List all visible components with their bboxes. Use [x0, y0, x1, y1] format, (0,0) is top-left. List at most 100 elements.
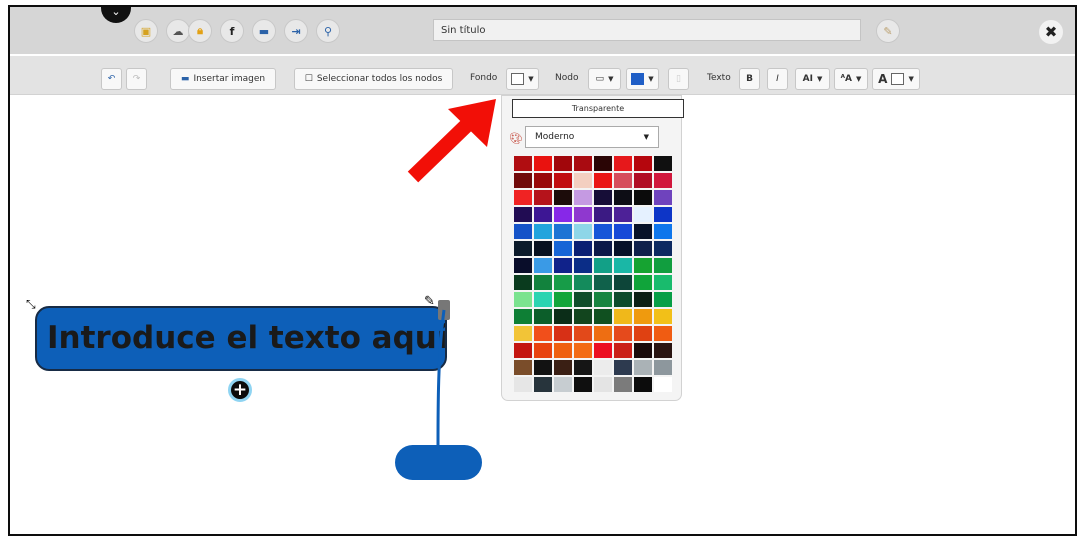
color-swatch[interactable] — [594, 258, 612, 273]
insert-image-button[interactable]: ▬ Insertar imagen — [170, 68, 276, 90]
color-swatch[interactable] — [514, 292, 532, 307]
color-swatch[interactable] — [514, 309, 532, 324]
color-swatch[interactable] — [574, 326, 592, 341]
color-swatch[interactable] — [514, 343, 532, 358]
facebook-button[interactable]: f — [220, 19, 244, 43]
node-style-button[interactable]: ▯ — [668, 68, 689, 90]
close-button[interactable]: ✖ — [1039, 20, 1063, 44]
share-button[interactable]: 🔒︎ — [188, 19, 212, 43]
background-color-picker[interactable]: ▼ — [506, 68, 539, 90]
color-swatch[interactable] — [554, 258, 572, 273]
color-swatch[interactable] — [594, 309, 612, 324]
color-swatch[interactable] — [634, 258, 652, 273]
color-swatch[interactable] — [654, 309, 672, 324]
color-swatch[interactable] — [634, 343, 652, 358]
color-swatch[interactable] — [594, 275, 612, 290]
color-swatch[interactable] — [634, 241, 652, 256]
palette-select[interactable]: Moderno ▼ — [525, 126, 659, 148]
color-swatch[interactable] — [614, 309, 632, 324]
color-swatch[interactable] — [534, 326, 552, 341]
color-swatch[interactable] — [614, 224, 632, 239]
color-swatch[interactable] — [634, 224, 652, 239]
color-swatch[interactable] — [634, 326, 652, 341]
font-size-picker[interactable]: AI ▼ — [795, 68, 830, 90]
color-swatch[interactable] — [514, 224, 532, 239]
color-swatch[interactable] — [614, 258, 632, 273]
color-swatch[interactable] — [594, 360, 612, 375]
edit-title-button[interactable]: ✎ — [876, 19, 900, 43]
color-swatch[interactable] — [514, 377, 532, 392]
color-swatch[interactable] — [614, 275, 632, 290]
color-swatch[interactable] — [534, 224, 552, 239]
color-swatch[interactable] — [534, 309, 552, 324]
color-swatch[interactable] — [554, 190, 572, 205]
color-swatch[interactable] — [654, 360, 672, 375]
color-swatch[interactable] — [654, 173, 672, 188]
color-swatch[interactable] — [654, 207, 672, 222]
color-swatch[interactable] — [614, 173, 632, 188]
color-swatch[interactable] — [574, 207, 592, 222]
color-swatch[interactable] — [654, 377, 672, 392]
color-swatch[interactable] — [574, 343, 592, 358]
open-file-button[interactable]: ▣ — [134, 19, 158, 43]
color-swatch[interactable] — [554, 224, 572, 239]
color-swatch[interactable] — [534, 258, 552, 273]
color-swatch[interactable] — [534, 275, 552, 290]
color-swatch[interactable] — [554, 343, 572, 358]
color-swatch[interactable] — [634, 156, 652, 171]
color-swatch[interactable] — [574, 275, 592, 290]
color-swatch[interactable] — [654, 275, 672, 290]
color-swatch[interactable] — [594, 173, 612, 188]
color-swatch[interactable] — [594, 292, 612, 307]
color-swatch[interactable] — [574, 173, 592, 188]
color-swatch[interactable] — [594, 377, 612, 392]
color-swatch[interactable] — [614, 190, 632, 205]
color-swatch[interactable] — [594, 343, 612, 358]
color-swatch[interactable] — [514, 360, 532, 375]
color-swatch[interactable] — [534, 292, 552, 307]
color-swatch[interactable] — [614, 326, 632, 341]
color-swatch[interactable] — [534, 207, 552, 222]
color-swatch[interactable] — [534, 343, 552, 358]
color-swatch[interactable] — [574, 241, 592, 256]
color-swatch[interactable] — [654, 258, 672, 273]
color-swatch[interactable] — [654, 241, 672, 256]
color-swatch[interactable] — [534, 360, 552, 375]
color-swatch[interactable] — [594, 156, 612, 171]
color-swatch[interactable] — [594, 224, 612, 239]
color-swatch[interactable] — [574, 190, 592, 205]
color-swatch[interactable] — [534, 173, 552, 188]
color-swatch[interactable] — [634, 207, 652, 222]
collapse-toolbar-button[interactable]: ⌄ — [101, 7, 131, 23]
color-swatch[interactable] — [614, 343, 632, 358]
color-swatch[interactable] — [594, 241, 612, 256]
color-swatch[interactable] — [514, 326, 532, 341]
color-swatch[interactable] — [534, 190, 552, 205]
color-swatch[interactable] — [594, 207, 612, 222]
color-swatch[interactable] — [614, 207, 632, 222]
color-swatch[interactable] — [514, 275, 532, 290]
color-swatch[interactable] — [554, 292, 572, 307]
color-swatch[interactable] — [574, 224, 592, 239]
color-swatch[interactable] — [654, 190, 672, 205]
color-swatch[interactable] — [574, 258, 592, 273]
color-swatch[interactable] — [554, 377, 572, 392]
color-swatch[interactable] — [514, 190, 532, 205]
node-shape-picker[interactable]: ▭ ▼ — [588, 68, 621, 90]
color-swatch[interactable] — [554, 326, 572, 341]
color-swatch[interactable] — [534, 377, 552, 392]
color-swatch[interactable] — [634, 190, 652, 205]
color-swatch[interactable] — [514, 241, 532, 256]
color-swatch[interactable] — [634, 292, 652, 307]
color-swatch[interactable] — [514, 207, 532, 222]
color-swatch[interactable] — [614, 241, 632, 256]
color-swatch[interactable] — [514, 173, 532, 188]
color-swatch[interactable] — [654, 292, 672, 307]
node-color-picker[interactable]: ▼ — [626, 68, 659, 90]
color-swatch[interactable] — [554, 156, 572, 171]
color-swatch[interactable] — [634, 360, 652, 375]
color-swatch[interactable] — [574, 360, 592, 375]
color-swatch[interactable] — [614, 360, 632, 375]
color-swatch[interactable] — [634, 275, 652, 290]
color-swatch[interactable] — [634, 309, 652, 324]
